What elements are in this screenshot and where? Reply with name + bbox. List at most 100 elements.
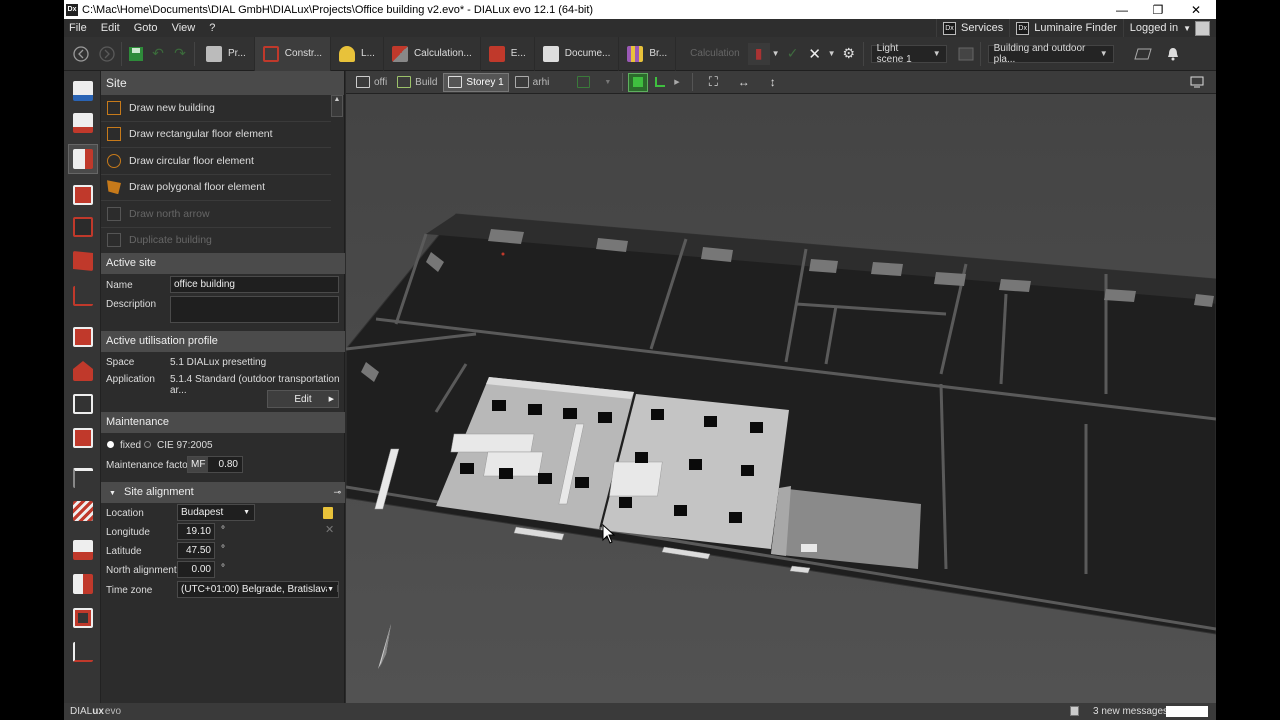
gear-icon[interactable]: ⚙ <box>838 43 860 65</box>
texture-button[interactable] <box>68 535 98 565</box>
account-menu[interactable]: Logged in ▼ <box>1122 19 1216 37</box>
chevron-down-icon[interactable]: ▼ <box>826 43 838 65</box>
save-icon[interactable] <box>125 43 147 65</box>
check-icon[interactable]: ✓ <box>782 43 804 65</box>
solid-view-button[interactable] <box>628 72 649 92</box>
tab-documentation[interactable]: Docume... <box>535 36 620 71</box>
services-button[interactable]: Dx Services <box>936 19 1009 37</box>
site-name-input[interactable]: office building <box>170 276 339 293</box>
building-3d-render <box>346 94 1216 703</box>
opening-button[interactable] <box>68 423 98 453</box>
wall-button[interactable] <box>68 322 98 352</box>
map-icon[interactable] <box>323 507 333 519</box>
redo-icon[interactable]: ↷ <box>169 43 191 65</box>
footprint-view-button[interactable] <box>650 73 670 92</box>
time-zone-select[interactable]: (UTC+01:00) Belgrade, Bratislava, I ▼ <box>177 581 339 598</box>
breadcrumb-building[interactable]: Build <box>393 73 441 92</box>
cube-button[interactable] <box>68 389 98 419</box>
menu-file[interactable]: File <box>64 22 94 34</box>
bell-icon[interactable] <box>1162 43 1184 65</box>
degree-unit: ° <box>221 544 225 555</box>
breadcrumb-label: arhi <box>532 76 550 88</box>
breadcrumb-storey[interactable]: Storey 1 <box>443 72 509 92</box>
polygon-room-button[interactable] <box>68 281 98 311</box>
fixed-radio[interactable] <box>107 441 114 448</box>
restore-button[interactable]: ❐ <box>1140 0 1176 19</box>
3d-viewport[interactable] <box>346 94 1216 703</box>
menu-view[interactable]: View <box>165 22 203 34</box>
latitude-input[interactable]: 47.50 <box>177 542 215 559</box>
dx-icon: Dx <box>943 21 957 35</box>
storey-button[interactable] <box>68 212 98 242</box>
furniture-button[interactable] <box>68 569 98 599</box>
fixed-label: fixed <box>120 440 142 451</box>
dimension-button[interactable] <box>68 637 98 667</box>
dwg-import-button[interactable] <box>68 76 98 106</box>
calculation-start-icon[interactable]: ▮ <box>747 42 770 65</box>
menu-help[interactable]: ? <box>202 22 222 34</box>
draw-new-building-item[interactable]: Draw new building <box>101 95 331 122</box>
duplicate-icon <box>107 233 121 248</box>
location-value: Budapest <box>181 507 224 518</box>
tab-label: Constr... <box>284 48 323 59</box>
tab-project[interactable]: Pr... <box>198 36 255 71</box>
separator <box>194 41 195 66</box>
menu-edit[interactable]: Edit <box>94 22 127 34</box>
location-label: Location <box>106 508 144 519</box>
ifc-import-button[interactable] <box>68 108 98 138</box>
draw-polygonal-floor-item[interactable]: Draw polygonal floor element <box>101 175 331 201</box>
edit-profile-button[interactable]: Edit ▶ <box>267 390 339 408</box>
zoom-extents-icon[interactable]: ⛶ <box>705 73 722 92</box>
clear-icon[interactable]: ✕ <box>325 523 334 536</box>
minimize-button[interactable]: — <box>1104 0 1140 19</box>
building-button[interactable] <box>68 180 98 210</box>
light-icon <box>339 45 356 62</box>
light-scene-settings-icon[interactable] <box>955 43 977 65</box>
roof-button[interactable] <box>68 356 98 386</box>
forward-icon[interactable] <box>96 43 118 65</box>
draw-rectangular-floor-item[interactable]: Draw rectangular floor element <box>101 122 331 148</box>
close-button[interactable]: ✕ <box>1178 0 1214 19</box>
site-alignment-header[interactable]: ▼ Site alignment ⊸ <box>101 482 345 503</box>
view-mode-select[interactable]: Building and outdoor pla... ▼ <box>987 43 1114 65</box>
messages-label[interactable]: 3 new messages <box>1093 706 1168 717</box>
floor-plan-icon[interactable] <box>1132 43 1154 65</box>
tab-light[interactable]: L... <box>331 36 384 71</box>
breadcrumb-site[interactable]: offi <box>352 73 391 92</box>
back-icon[interactable] <box>70 43 92 65</box>
site-alignment-title: Site alignment <box>124 486 194 498</box>
site-description-input[interactable] <box>170 296 339 323</box>
pin-icon[interactable]: ⊸ <box>333 482 341 503</box>
measure-horizontal-icon[interactable]: ↔ <box>734 73 754 92</box>
light-scene-select[interactable]: Light scene 1 ▼ <box>870 43 947 65</box>
site-button[interactable] <box>68 144 98 174</box>
maintenance-factor-input[interactable]: MF 0.80 <box>187 456 243 473</box>
luminaire-finder-button[interactable]: Dx Luminaire Finder <box>1009 19 1123 37</box>
undo-icon[interactable]: ↶ <box>147 43 169 65</box>
cie-radio[interactable] <box>144 441 151 448</box>
location-select[interactable]: Budapest ▼ <box>177 504 255 521</box>
cancel-icon[interactable]: ✕ <box>804 43 826 65</box>
monitor-icon[interactable] <box>1186 73 1208 92</box>
dimension-icon <box>73 642 93 662</box>
main-toolbar: ↶ ↷ Pr... Constr... L... Calculation... … <box>64 36 1216 71</box>
menu-goto[interactable]: Goto <box>127 22 165 34</box>
tab-construction[interactable]: Constr... <box>254 36 332 71</box>
layer-select[interactable]: ▼ <box>573 73 615 92</box>
longitude-input[interactable]: 19.10 <box>177 523 215 540</box>
ceiling-button[interactable] <box>68 463 98 493</box>
window-door-button[interactable] <box>68 603 98 633</box>
north-alignment-input[interactable]: 0.00 <box>177 561 215 578</box>
chevron-down-icon[interactable]: ▼ <box>770 43 782 65</box>
stairs-button[interactable] <box>68 496 98 526</box>
draw-circular-floor-item[interactable]: Draw circular floor element <box>101 148 331 175</box>
tab-export[interactable]: E... <box>481 36 535 71</box>
tab-browser[interactable]: Br... <box>619 36 677 71</box>
chevron-right-icon[interactable]: ▶ <box>674 78 679 86</box>
tab-calculation[interactable]: Calculation... <box>384 36 481 71</box>
breadcrumb-room[interactable]: arhi <box>511 73 554 92</box>
circle-icon <box>107 153 121 168</box>
room-button[interactable] <box>68 246 98 276</box>
measure-vertical-icon[interactable]: ↕ <box>766 73 780 92</box>
messages-icon[interactable] <box>1070 706 1079 716</box>
